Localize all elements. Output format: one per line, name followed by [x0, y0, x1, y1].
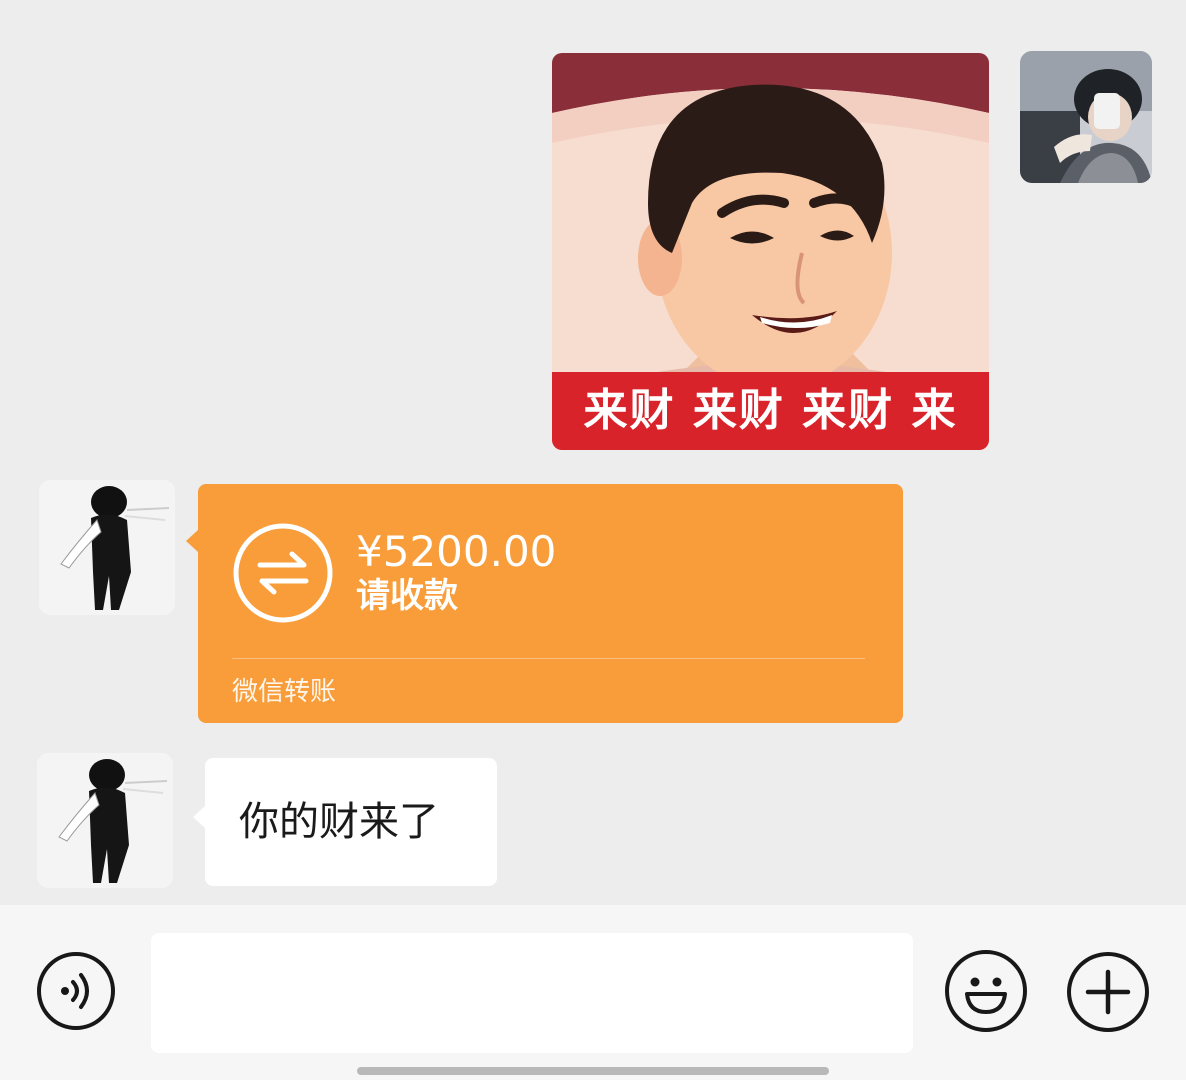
chat-area: 来财 来财 来财 来 ¥5200.00 请收款 微信转账 你的财来了 — [0, 0, 1186, 905]
voice-icon — [61, 973, 89, 1009]
transfer-status: 请收款 — [356, 576, 458, 616]
transfer-arrows-icon — [233, 523, 333, 623]
plus-icon — [1085, 969, 1131, 1015]
input-bar — [0, 905, 1186, 1080]
transfer-card[interactable]: ¥5200.00 请收款 微信转账 — [186, 484, 903, 723]
bubble-tail — [186, 530, 198, 552]
self-avatar[interactable] — [1020, 51, 1152, 183]
message-input[interactable] — [151, 933, 913, 1053]
transfer-amount: ¥5200.00 — [356, 527, 557, 576]
friend-avatar[interactable] — [37, 753, 173, 888]
divider — [232, 658, 865, 659]
home-indicator[interactable] — [357, 1067, 829, 1075]
plus-button[interactable] — [1067, 952, 1149, 1032]
text-message-bubble[interactable]: 你的财来了 — [193, 758, 497, 886]
emoji-button[interactable] — [945, 950, 1027, 1032]
bubble-tail — [193, 806, 205, 828]
message-text: 你的财来了 — [239, 799, 439, 845]
friend-avatar[interactable] — [39, 480, 175, 615]
voice-button[interactable] — [37, 952, 115, 1030]
emoji-icon — [965, 977, 1007, 1014]
sticker-message[interactable]: 来财 来财 来财 来 — [552, 53, 989, 450]
transfer-footer-label: 微信转账 — [232, 677, 337, 707]
sticker-caption: 来财 来财 来财 来 — [552, 372, 989, 450]
